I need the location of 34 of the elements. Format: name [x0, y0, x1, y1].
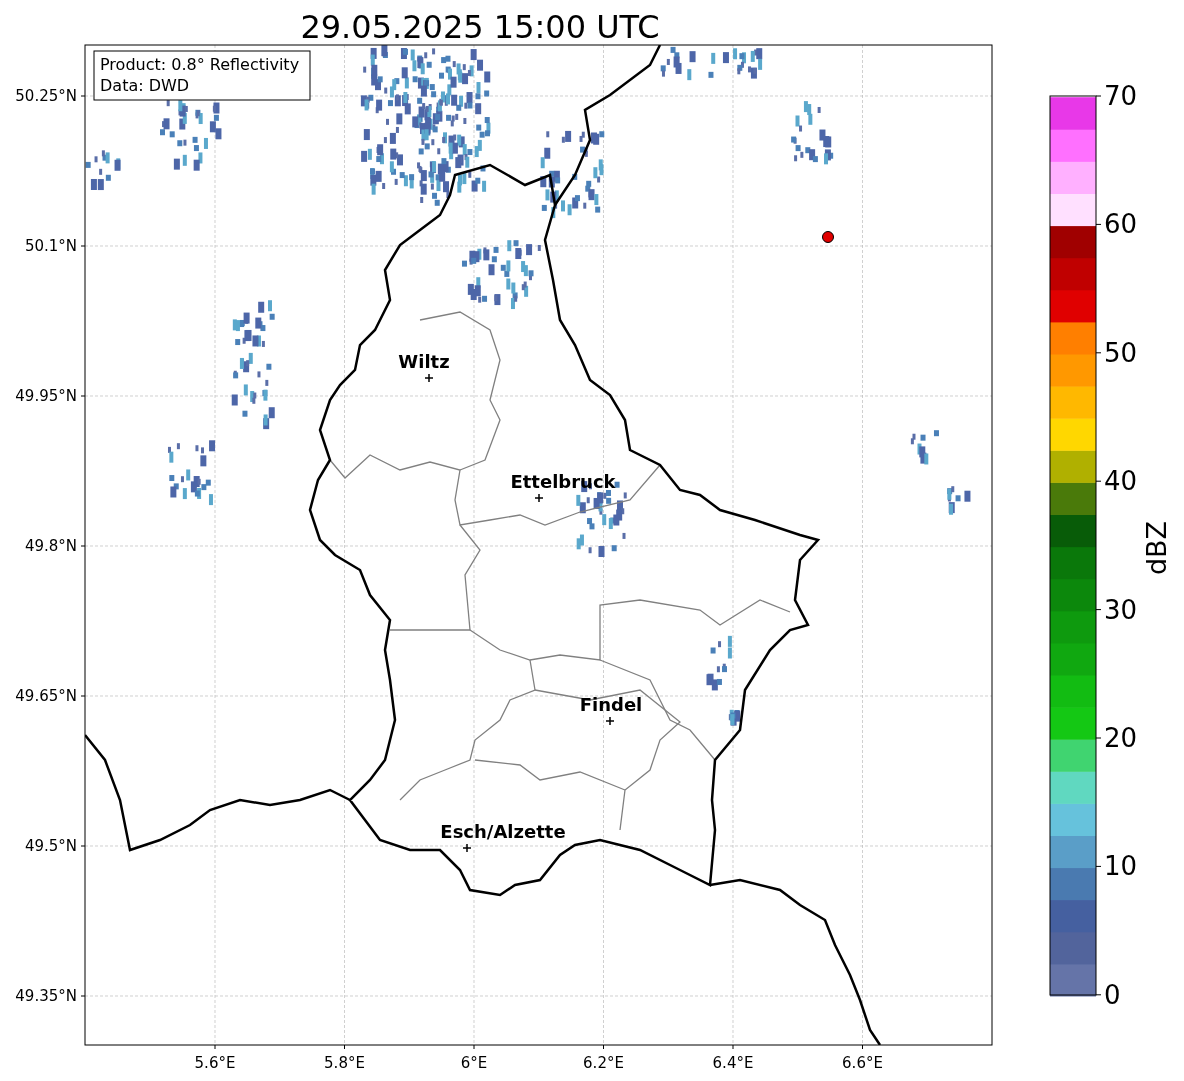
latitude-tick-label: 49.5°N [24, 837, 77, 855]
colorbar-tick-label: 10 [1104, 851, 1138, 882]
colorbar-tick-label: 60 [1104, 209, 1138, 240]
longitude-tick-label: 5.6°E [194, 1054, 236, 1072]
latitude-tick-label: 49.65°N [15, 687, 77, 705]
colorbar-tick-label: 40 [1104, 466, 1138, 497]
longitude-tick-label: 6°E [460, 1054, 488, 1072]
city-marker-icon [605, 716, 615, 726]
latitude-tick-label: 49.95°N [15, 387, 77, 405]
chart-title: 29.05.2025 15:00 UTC [300, 8, 660, 46]
city-label: Findel [579, 694, 643, 715]
colorbar-axis-label: dBZ [1141, 520, 1172, 576]
colorbar-tick-label: 70 [1104, 81, 1138, 111]
city-label: Ettelbruck [510, 471, 616, 492]
latitude-tick-label: 49.35°N [15, 987, 77, 1005]
longitude-tick-label: 6.6°E [842, 1054, 883, 1072]
city-label: Wiltz [398, 351, 450, 372]
city-label: Esch/Alzette [440, 821, 566, 842]
info-text: Product: 0.8° Reflectivity [100, 55, 300, 74]
city-marker-icon [424, 373, 434, 383]
latitude-tick-label: 49.8°N [24, 537, 77, 555]
colorbar-tick-label: 0 [1104, 979, 1121, 1010]
colorbar-tick-label: 20 [1104, 723, 1138, 753]
longitude-tick-label: 5.8°E [324, 1054, 365, 1072]
radar-site-marker-icon [822, 231, 834, 243]
city-marker-icon [462, 843, 472, 853]
colorbar-tick-label: 30 [1104, 594, 1138, 625]
longitude-tick-label: 6.2°E [583, 1054, 624, 1072]
longitude-tick-label: 6.4°E [712, 1054, 754, 1072]
info-text: Data: DWD [100, 76, 190, 95]
colorbar-tick-label: 50 [1104, 337, 1138, 368]
city-marker-icon [534, 493, 544, 503]
latitude-tick-label: 50.1°N [24, 237, 77, 255]
latitude-tick-label: 50.25°N [15, 87, 77, 105]
